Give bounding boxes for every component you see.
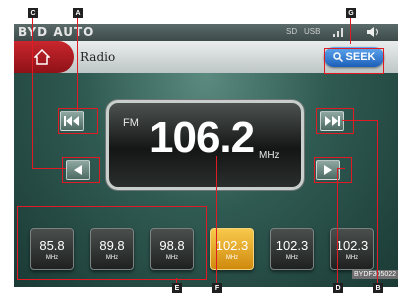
callout-c: C xyxy=(28,8,38,18)
preset-5-button[interactable]: 102.3 MHz xyxy=(270,228,314,270)
callout-a-box xyxy=(58,108,98,134)
band-label: FM xyxy=(123,117,139,129)
sd-indicator: SD xyxy=(286,27,298,36)
home-icon xyxy=(34,49,50,65)
preset-frequency: 102.3 xyxy=(275,238,309,253)
callout-b-box xyxy=(316,108,354,134)
callout-f: F xyxy=(212,283,222,293)
preset-unit: MHz xyxy=(285,255,299,261)
callout-b-line xyxy=(377,120,378,283)
callout-b: B xyxy=(373,283,383,293)
callout-a-line xyxy=(77,18,78,111)
preset-unit: MHz xyxy=(225,255,239,261)
volume-icon xyxy=(367,27,378,37)
callout-g-line xyxy=(350,18,351,44)
callout-e: E xyxy=(172,283,182,293)
callout-a: A xyxy=(73,8,83,18)
signal-icon xyxy=(333,28,343,37)
preset-frequency: 102.3 xyxy=(215,238,249,253)
home-button[interactable] xyxy=(14,41,74,73)
callout-d: D xyxy=(333,283,343,293)
frequency-value: 106.2 xyxy=(149,113,255,162)
callout-c-line xyxy=(32,168,66,169)
callout-g-box xyxy=(324,48,384,74)
status-bar: BYD AUTO SD USB xyxy=(14,24,398,41)
watermark-code: BYDF305022 xyxy=(352,270,398,279)
callout-d-box xyxy=(314,157,352,183)
page-title: Radio xyxy=(80,50,116,64)
callout-g: G xyxy=(346,8,356,18)
callout-e-box xyxy=(17,206,207,280)
callout-c-box xyxy=(62,157,100,183)
frequency-unit: MHz xyxy=(259,150,280,161)
frequency-display: FM 106.2 MHz xyxy=(106,100,304,190)
usb-indicator: USB xyxy=(304,27,321,36)
callout-c-line xyxy=(32,18,33,168)
brand-label: BYD AUTO xyxy=(18,25,95,39)
callout-d-line xyxy=(337,168,338,283)
callout-f-line xyxy=(216,156,217,283)
